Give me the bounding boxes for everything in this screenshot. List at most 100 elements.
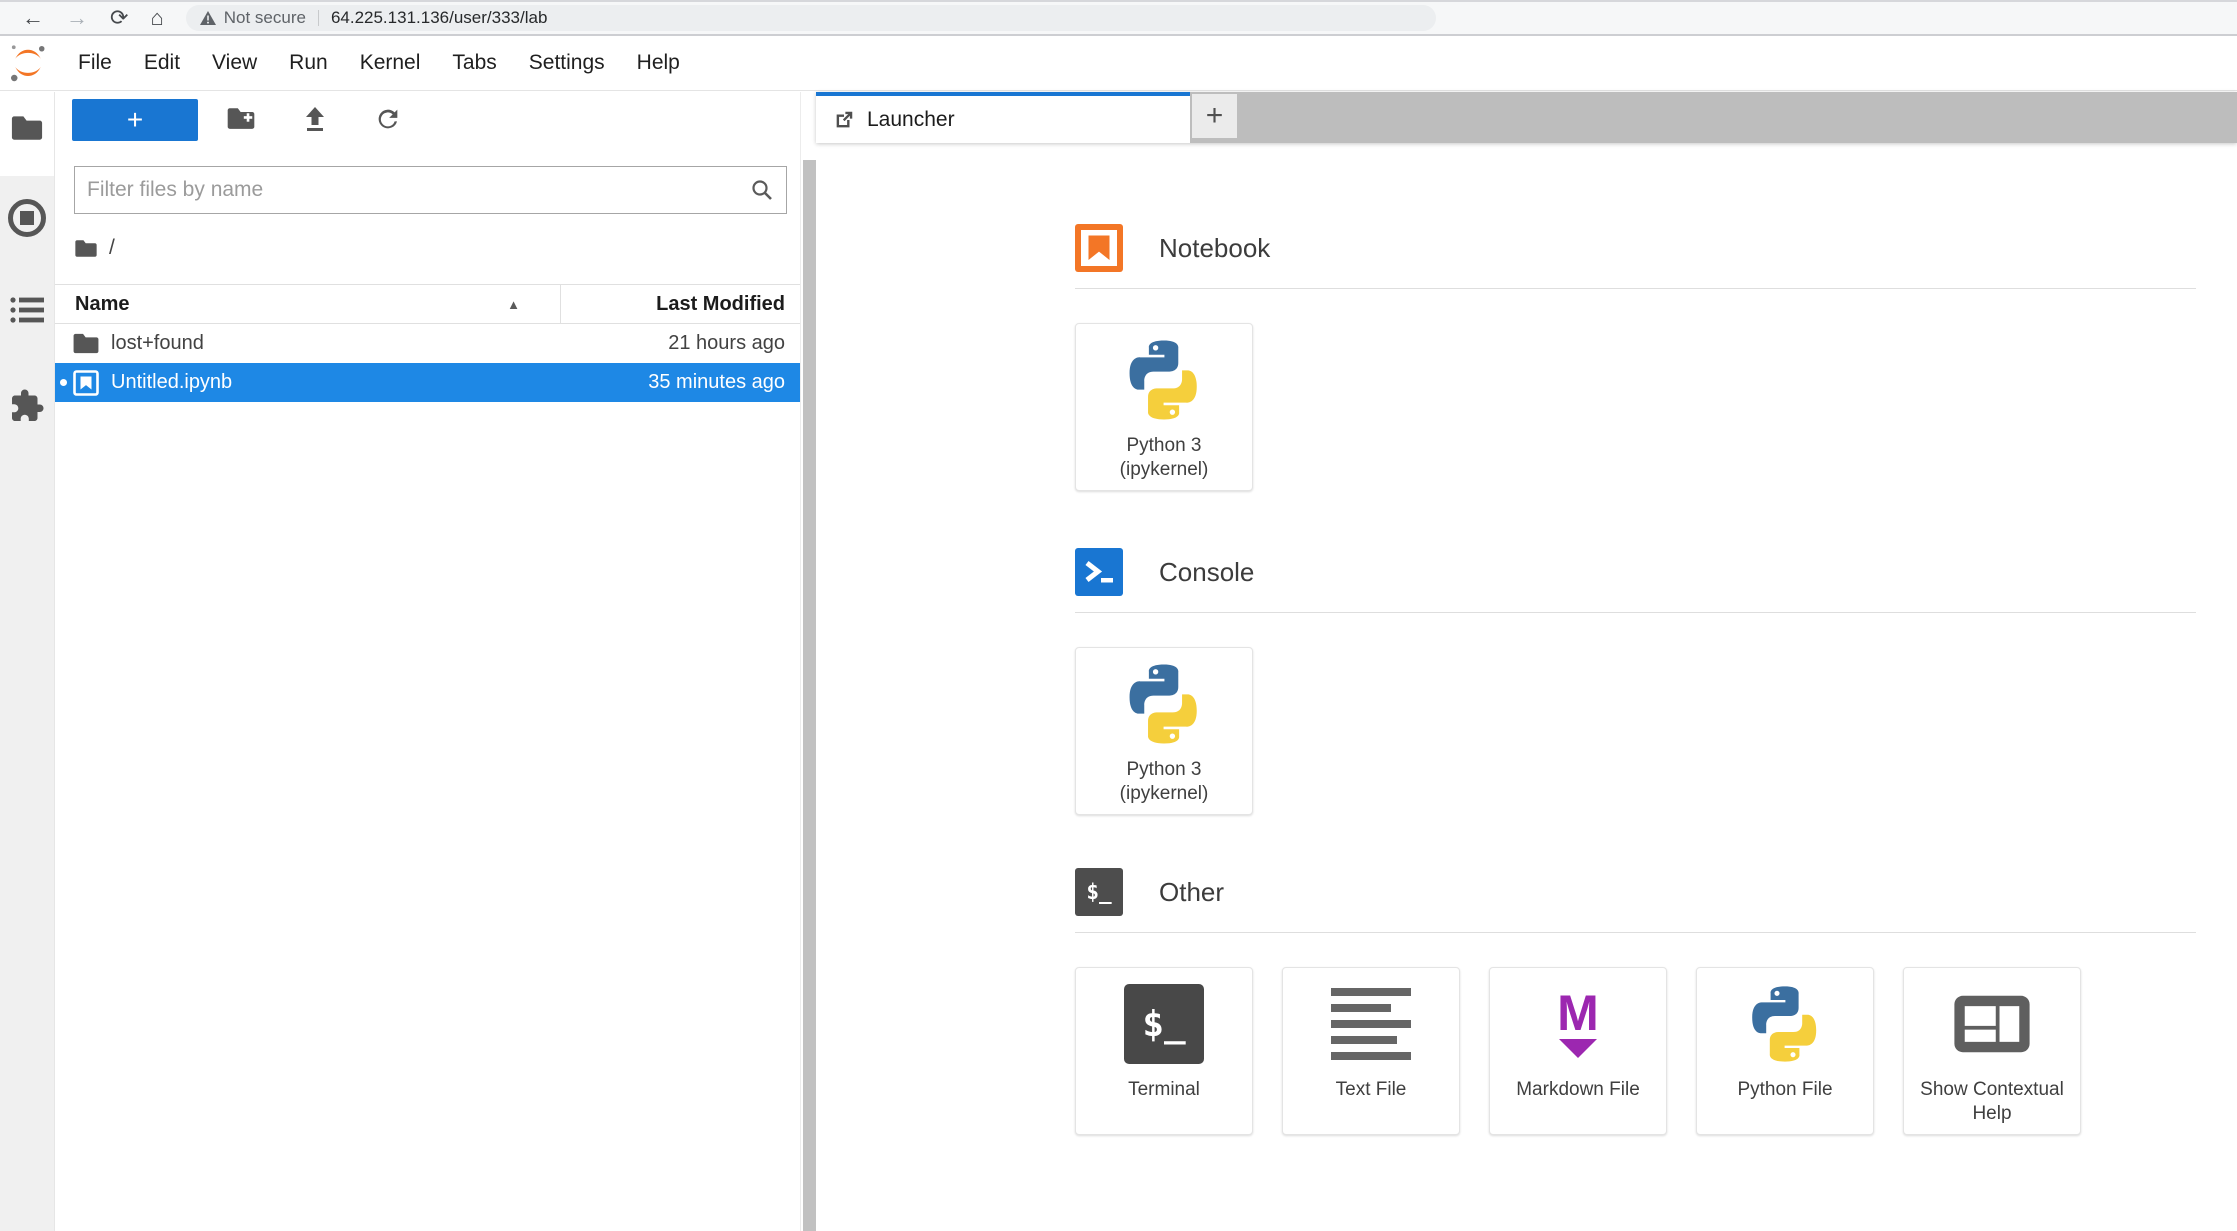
terminal-glyph: $_ — [1142, 1004, 1185, 1045]
folder-icon — [72, 331, 100, 356]
launcher-body: Notebook Python 3 (ipykernel) — [816, 143, 2237, 1231]
python-logo-icon — [1122, 338, 1206, 422]
browser-toolbar: ← → ⟳ ⌂ Not secure 64.225.131.136/user/3… — [0, 0, 2237, 36]
back-arrow-icon[interactable]: ← — [22, 7, 44, 29]
section-other-header: $_ Other — [1075, 867, 2196, 917]
filter-files-box — [74, 166, 787, 214]
console-cards: Python 3 (ipykernel) — [1075, 647, 2196, 815]
file-modified: 21 hours ago — [560, 332, 800, 355]
menu-help[interactable]: Help — [621, 36, 696, 90]
notebook-file-icon — [72, 369, 100, 397]
column-header-name[interactable]: Name ▲ — [55, 293, 560, 316]
app-body: + / Name — [0, 92, 2237, 1231]
column-header-last-modified[interactable]: Last Modified — [560, 285, 800, 323]
breadcrumb-home-folder-icon[interactable] — [74, 238, 98, 259]
notebook-icon — [1075, 224, 1123, 272]
card-terminal[interactable]: $_ Terminal — [1075, 967, 1253, 1135]
upload-icon[interactable] — [301, 105, 329, 133]
card-label: Python 3 (ipykernel) — [1112, 758, 1217, 807]
column-name-label: Name — [75, 293, 129, 316]
kernel-subname: (ipykernel) — [1120, 458, 1209, 482]
menu-kernel[interactable]: Kernel — [344, 36, 437, 90]
card-python3-notebook[interactable]: Python 3 (ipykernel) — [1075, 323, 1253, 491]
unsaved-changes-dot — [60, 379, 67, 386]
menu-edit[interactable]: Edit — [128, 36, 196, 90]
new-launcher-button[interactable]: + — [72, 99, 198, 141]
new-folder-icon[interactable] — [226, 105, 256, 132]
breadcrumb-root[interactable]: / — [109, 236, 115, 260]
text-file-icon — [1331, 982, 1411, 1066]
section-divider — [1075, 612, 2196, 613]
filter-files-input[interactable] — [87, 178, 750, 202]
file-name: lost+found — [111, 332, 560, 355]
other-cards: $_ Terminal — [1075, 967, 2196, 1135]
forward-arrow-icon[interactable]: → — [66, 7, 88, 29]
section-divider — [1075, 288, 2196, 289]
notebook-cards: Python 3 (ipykernel) — [1075, 323, 2196, 491]
python-logo-icon — [1122, 662, 1206, 746]
menu-tabs[interactable]: Tabs — [436, 36, 512, 90]
menu-items: File Edit View Run Kernel Tabs Settings … — [62, 36, 696, 90]
reload-icon[interactable]: ⟳ — [110, 7, 128, 29]
launcher-tab[interactable]: Launcher — [816, 92, 1190, 143]
console-icon — [1075, 548, 1123, 596]
file-listing: Name ▲ Last Modified lost+found 21 hours… — [55, 284, 800, 402]
home-icon[interactable]: ⌂ — [150, 7, 163, 29]
file-listing-header: Name ▲ Last Modified — [55, 284, 800, 324]
terminal-icon: $_ — [1124, 982, 1204, 1066]
table-of-contents-tab-icon[interactable] — [10, 295, 44, 325]
launcher-tab-label: Launcher — [867, 108, 955, 132]
security-label[interactable]: Not secure — [224, 8, 306, 28]
card-show-contextual-help[interactable]: Show Contextual Help — [1903, 967, 2081, 1135]
menu-run[interactable]: Run — [273, 36, 344, 90]
section-title: Console — [1159, 557, 1254, 588]
file-browser-panel: + / Name — [55, 92, 800, 1231]
markdown-m-glyph: M — [1557, 991, 1599, 1036]
refresh-icon[interactable] — [374, 105, 402, 133]
file-row-untitled-ipynb[interactable]: Untitled.ipynb 35 minutes ago — [55, 363, 800, 402]
jupyter-logo — [8, 43, 48, 83]
menu-settings[interactable]: Settings — [513, 36, 621, 90]
markdown-icon: M — [1557, 982, 1599, 1066]
section-title: Other — [1159, 877, 1224, 908]
card-label: Python 3 (ipykernel) — [1112, 434, 1217, 483]
url-text[interactable]: 64.225.131.136/user/333/lab — [331, 8, 547, 28]
kernel-name: Python 3 — [1120, 434, 1209, 458]
card-label: Terminal — [1120, 1078, 1208, 1102]
scrollbar-thumb[interactable] — [803, 160, 816, 1231]
jupyter-menubar: File Edit View Run Kernel Tabs Settings … — [0, 36, 2237, 91]
card-label: Markdown File — [1508, 1078, 1648, 1102]
terminal-prompt-icon: $_ — [1075, 868, 1123, 916]
file-browser-tab-folder-icon[interactable] — [10, 113, 44, 143]
card-label: Python File — [1729, 1078, 1840, 1102]
breadcrumb: / — [74, 232, 115, 264]
card-label: Text File — [1328, 1078, 1415, 1102]
menu-view[interactable]: View — [196, 36, 273, 90]
launcher-icon — [833, 109, 855, 131]
section-notebook-header: Notebook — [1075, 223, 2196, 273]
section-divider — [1075, 932, 2196, 933]
section-console: Console Python 3 (ipykernel) — [1075, 547, 2196, 815]
card-label: Show Contextual Help — [1904, 1078, 2080, 1127]
file-row-lost-found[interactable]: lost+found 21 hours ago — [55, 324, 800, 363]
new-tab-button[interactable]: + — [1192, 94, 1237, 138]
section-console-header: Console — [1075, 547, 2196, 597]
card-markdown-file[interactable]: M Markdown File — [1489, 967, 1667, 1135]
sort-ascending-icon[interactable]: ▲ — [507, 297, 520, 312]
main-tabbar: Launcher + — [816, 92, 2237, 143]
extensions-tab-puzzle-icon[interactable] — [9, 388, 45, 424]
running-kernels-tab-icon[interactable] — [6, 197, 48, 239]
card-text-file[interactable]: Text File — [1282, 967, 1460, 1135]
warning-triangle-icon — [200, 11, 216, 25]
omnibox-divider — [318, 10, 319, 26]
search-icon — [750, 178, 774, 202]
card-python-file[interactable]: Python File — [1696, 967, 1874, 1135]
address-bar[interactable]: Not secure 64.225.131.136/user/333/lab — [186, 5, 1436, 31]
left-activity-bar — [0, 92, 55, 1231]
menu-file[interactable]: File — [62, 36, 128, 90]
file-name: Untitled.ipynb — [111, 371, 560, 394]
section-title: Notebook — [1159, 233, 1270, 264]
row-status-slot — [55, 379, 72, 386]
markdown-down-triangle — [1559, 1039, 1597, 1058]
card-python3-console[interactable]: Python 3 (ipykernel) — [1075, 647, 1253, 815]
